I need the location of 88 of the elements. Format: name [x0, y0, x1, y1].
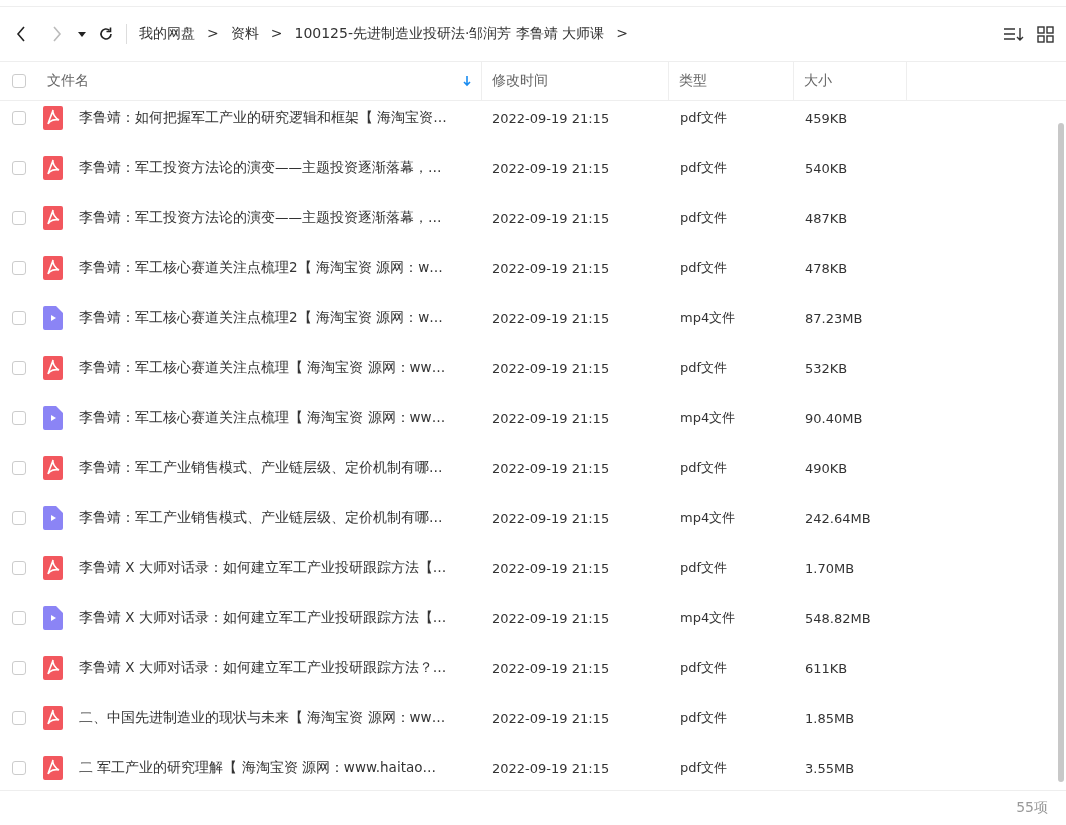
- file-name[interactable]: 二 军工产业的研究理解【 海淘宝资 源网：www.haitao…: [79, 759, 492, 777]
- row-checkbox[interactable]: [12, 361, 26, 375]
- row-checkbox[interactable]: [12, 511, 26, 525]
- row-checkbox[interactable]: [12, 711, 26, 725]
- row-checkbox[interactable]: [12, 461, 26, 475]
- modified-time: 2022-09-19 21:15: [492, 260, 611, 276]
- row-checkbox[interactable]: [12, 411, 26, 425]
- sort-icon[interactable]: [1003, 26, 1025, 42]
- file-name[interactable]: 二、中国先进制造业的现状与未来【 海淘宝资 源网：ww…: [79, 709, 492, 727]
- file-name[interactable]: 李鲁靖：军工投资方法论的演变——主题投资逐渐落幕，…: [79, 209, 492, 227]
- file-size: 1.70MB: [805, 560, 856, 576]
- file-size: 532KB: [805, 360, 849, 376]
- file-size: 487KB: [805, 210, 849, 226]
- back-icon[interactable]: [16, 26, 26, 42]
- modified-time: 2022-09-19 21:15: [492, 760, 611, 776]
- modified-time: 2022-09-19 21:15: [492, 460, 611, 476]
- column-header[interactable]: 大小: [804, 72, 832, 90]
- row-checkbox[interactable]: [12, 561, 26, 575]
- breadcrumb-item[interactable]: 资料: [230, 25, 259, 43]
- file-name[interactable]: 李鲁靖：军工核心赛道关注点梳理2【 海淘宝资 源网：w…: [79, 259, 492, 277]
- row-checkbox[interactable]: [12, 111, 26, 125]
- column-header[interactable]: 修改时间: [492, 72, 548, 90]
- file-type: mp4文件: [680, 609, 737, 627]
- breadcrumb-item[interactable]: 100125-先进制造业投研法·邹润芳 李鲁靖 大师课: [294, 25, 605, 43]
- file-type: mp4文件: [680, 309, 737, 327]
- refresh-icon[interactable]: [98, 26, 114, 42]
- row-checkbox[interactable]: [12, 161, 26, 175]
- modified-time: 2022-09-19 21:15: [492, 110, 611, 126]
- file-type: pdf文件: [680, 159, 729, 177]
- file-name[interactable]: 李鲁靖：军工产业销售模式、产业链层级、定价机制有哪…: [79, 509, 492, 527]
- file-name[interactable]: 李鲁靖：军工核心赛道关注点梳理【 海淘宝资 源网：ww…: [79, 359, 492, 377]
- file-size: 490KB: [805, 460, 849, 476]
- file-size: 611KB: [805, 660, 849, 676]
- file-type: pdf文件: [680, 659, 729, 677]
- scrollbar[interactable]: [1058, 123, 1064, 782]
- file-name[interactable]: 李鲁靖 X 大师对话录：如何建立军工产业投研跟踪方法【…: [79, 609, 492, 627]
- row-checkbox[interactable]: [12, 661, 26, 675]
- grid-view-icon[interactable]: [1037, 25, 1054, 43]
- file-name[interactable]: 李鲁靖 X 大师对话录：如何建立军工产业投研跟踪方法【…: [79, 559, 492, 577]
- select-all-checkbox[interactable]: [12, 74, 26, 88]
- modified-time: 2022-09-19 21:15: [492, 360, 611, 376]
- modified-time: 2022-09-19 21:15: [492, 210, 611, 226]
- file-name[interactable]: 李鲁靖：军工核心赛道关注点梳理2【 海淘宝资 源网：w…: [79, 309, 492, 327]
- file-type: mp4文件: [680, 409, 737, 427]
- row-checkbox[interactable]: [12, 261, 26, 275]
- file-type: pdf文件: [680, 709, 729, 727]
- column-header[interactable]: 文件名: [47, 72, 89, 90]
- row-checkbox[interactable]: [12, 211, 26, 225]
- dropdown-caret-icon[interactable]: [78, 31, 86, 37]
- row-checkbox[interactable]: [12, 611, 26, 625]
- file-size: 459KB: [805, 110, 849, 126]
- file-type: pdf文件: [680, 759, 729, 777]
- file-name[interactable]: 李鲁靖：军工产业销售模式、产业链层级、定价机制有哪…: [79, 459, 492, 477]
- file-type: pdf文件: [680, 359, 729, 377]
- row-checkbox[interactable]: [12, 761, 26, 775]
- file-type: pdf文件: [680, 109, 729, 127]
- modified-time: 2022-09-19 21:15: [492, 160, 611, 176]
- modified-time: 2022-09-19 21:15: [492, 610, 611, 626]
- file-size: 540KB: [805, 160, 849, 176]
- modified-time: 2022-09-19 21:15: [492, 410, 611, 426]
- file-size: 548.82MB: [805, 610, 872, 626]
- breadcrumb-separator: >: [207, 25, 219, 43]
- breadcrumb-separator: >: [270, 25, 283, 43]
- modified-time: 2022-09-19 21:15: [492, 510, 611, 526]
- file-size: 90.40MB: [805, 410, 864, 426]
- file-size: 242.64MB: [805, 510, 872, 526]
- column-header[interactable]: 类型: [679, 72, 707, 90]
- breadcrumb-separator: >: [616, 25, 629, 43]
- file-type: mp4文件: [680, 509, 737, 527]
- file-size: 478KB: [805, 260, 849, 276]
- file-size: 87.23MB: [805, 310, 864, 326]
- breadcrumb-item[interactable]: 我的网盘: [139, 25, 195, 43]
- file-name[interactable]: 李鲁靖：如何把握军工产业的研究逻辑和框架【 海淘宝资…: [79, 109, 492, 127]
- file-name[interactable]: 李鲁靖 X 大师对话录：如何建立军工产业投研跟踪方法？…: [79, 659, 492, 677]
- modified-time: 2022-09-19 21:15: [492, 710, 611, 726]
- modified-time: 2022-09-19 21:15: [492, 560, 611, 576]
- item-count: 55项: [1016, 799, 1048, 817]
- file-name[interactable]: 李鲁靖：军工核心赛道关注点梳理【 海淘宝资 源网：ww…: [79, 409, 492, 427]
- modified-time: 2022-09-19 21:15: [492, 660, 611, 676]
- modified-time: 2022-09-19 21:15: [492, 310, 611, 326]
- file-size: 1.85MB: [805, 710, 856, 726]
- file-type: pdf文件: [680, 259, 729, 277]
- file-type: pdf文件: [680, 459, 729, 477]
- file-size: 3.55MB: [805, 760, 856, 776]
- file-type: pdf文件: [680, 559, 729, 577]
- file-name[interactable]: 李鲁靖：军工投资方法论的演变——主题投资逐渐落幕，…: [79, 159, 492, 177]
- row-checkbox[interactable]: [12, 311, 26, 325]
- file-type: pdf文件: [680, 209, 729, 227]
